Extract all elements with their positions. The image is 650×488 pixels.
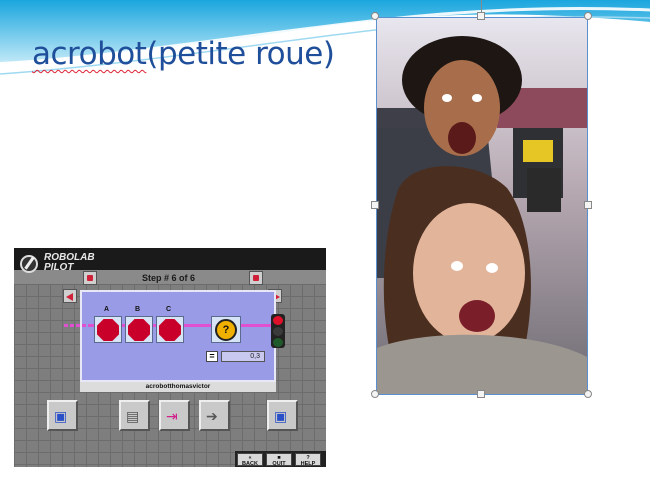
resize-handle-top-right[interactable] [584,12,592,20]
save-button[interactable]: ▣ [47,400,78,431]
remove-step-button[interactable] [249,271,263,285]
right-arrow-icon: ➔ [206,408,218,424]
back-label: BACK [242,461,258,467]
wire-in [64,324,92,327]
modifier-value-field[interactable]: 0,3 [221,351,265,362]
quit-label: QUIT [272,461,286,467]
arrow-to-end-icon: ⇥ [166,408,178,424]
stop-motor-b-block[interactable] [125,316,153,343]
previous-step-arrow-icon[interactable] [63,289,77,303]
stop-label-a: A [104,306,110,313]
stop-motor-c-block[interactable] [156,316,184,343]
equals-icon: = [206,351,218,362]
slide-title: acrobot(petite roue) [32,36,335,72]
resize-handle-bottom-right[interactable] [584,390,592,398]
add-step-button[interactable] [83,271,97,285]
resize-handle-bottom[interactable] [477,390,485,398]
resize-handle-bottom-left[interactable] [371,390,379,398]
resize-handle-top-left[interactable] [371,12,379,20]
next-button[interactable]: ➔ [199,400,230,431]
floppy-import-icon: ▣ [274,408,288,424]
help-label: HELP [300,461,316,467]
resize-handle-left[interactable] [371,201,379,209]
run-to-end-button[interactable]: ⇥ [159,400,190,431]
resize-handle-top[interactable] [477,12,485,20]
stop-dot-icon [87,275,93,281]
slide-title-main: acrobot [32,36,147,72]
stop-dot-icon [253,275,259,281]
back-button[interactable]: «BACK [237,453,263,467]
stop-label-c: C [166,306,172,313]
stop-label-b: B [135,306,141,313]
stop-sign-icon [97,319,119,341]
step-indicator: Step # 6 of 6 [142,273,196,283]
program-name: acrobotthomasvictor [80,382,276,392]
quit-button[interactable]: ■ QUIT [266,453,292,467]
question-sensor-icon: ? [215,319,237,341]
stop-sign-icon [159,319,181,341]
selfie-photo[interactable] [376,17,588,395]
slide-title-rest: (petite roue) [146,36,335,72]
robolab-screenshot: ROBOLAB PILOT Step # 6 of 6 A B C ? = 0,… [14,248,326,467]
traffic-light-icon [271,314,285,348]
robolab-logo-icon [20,255,38,273]
help-button[interactable]: ? HELP [295,453,321,467]
rcx-brick-icon: ▤ [126,408,140,424]
stop-motor-a-block[interactable] [94,316,122,343]
wait-sensor-block[interactable]: ? [211,316,241,343]
import-button[interactable]: ▣ [267,400,298,431]
floppy-disk-icon: ▣ [54,408,68,424]
download-rcx-button[interactable]: ▤ [119,400,150,431]
resize-handle-right[interactable] [584,201,592,209]
stop-sign-icon [128,319,150,341]
robolab-logo: ROBOLAB PILOT [44,253,95,273]
photo-image [377,18,587,394]
